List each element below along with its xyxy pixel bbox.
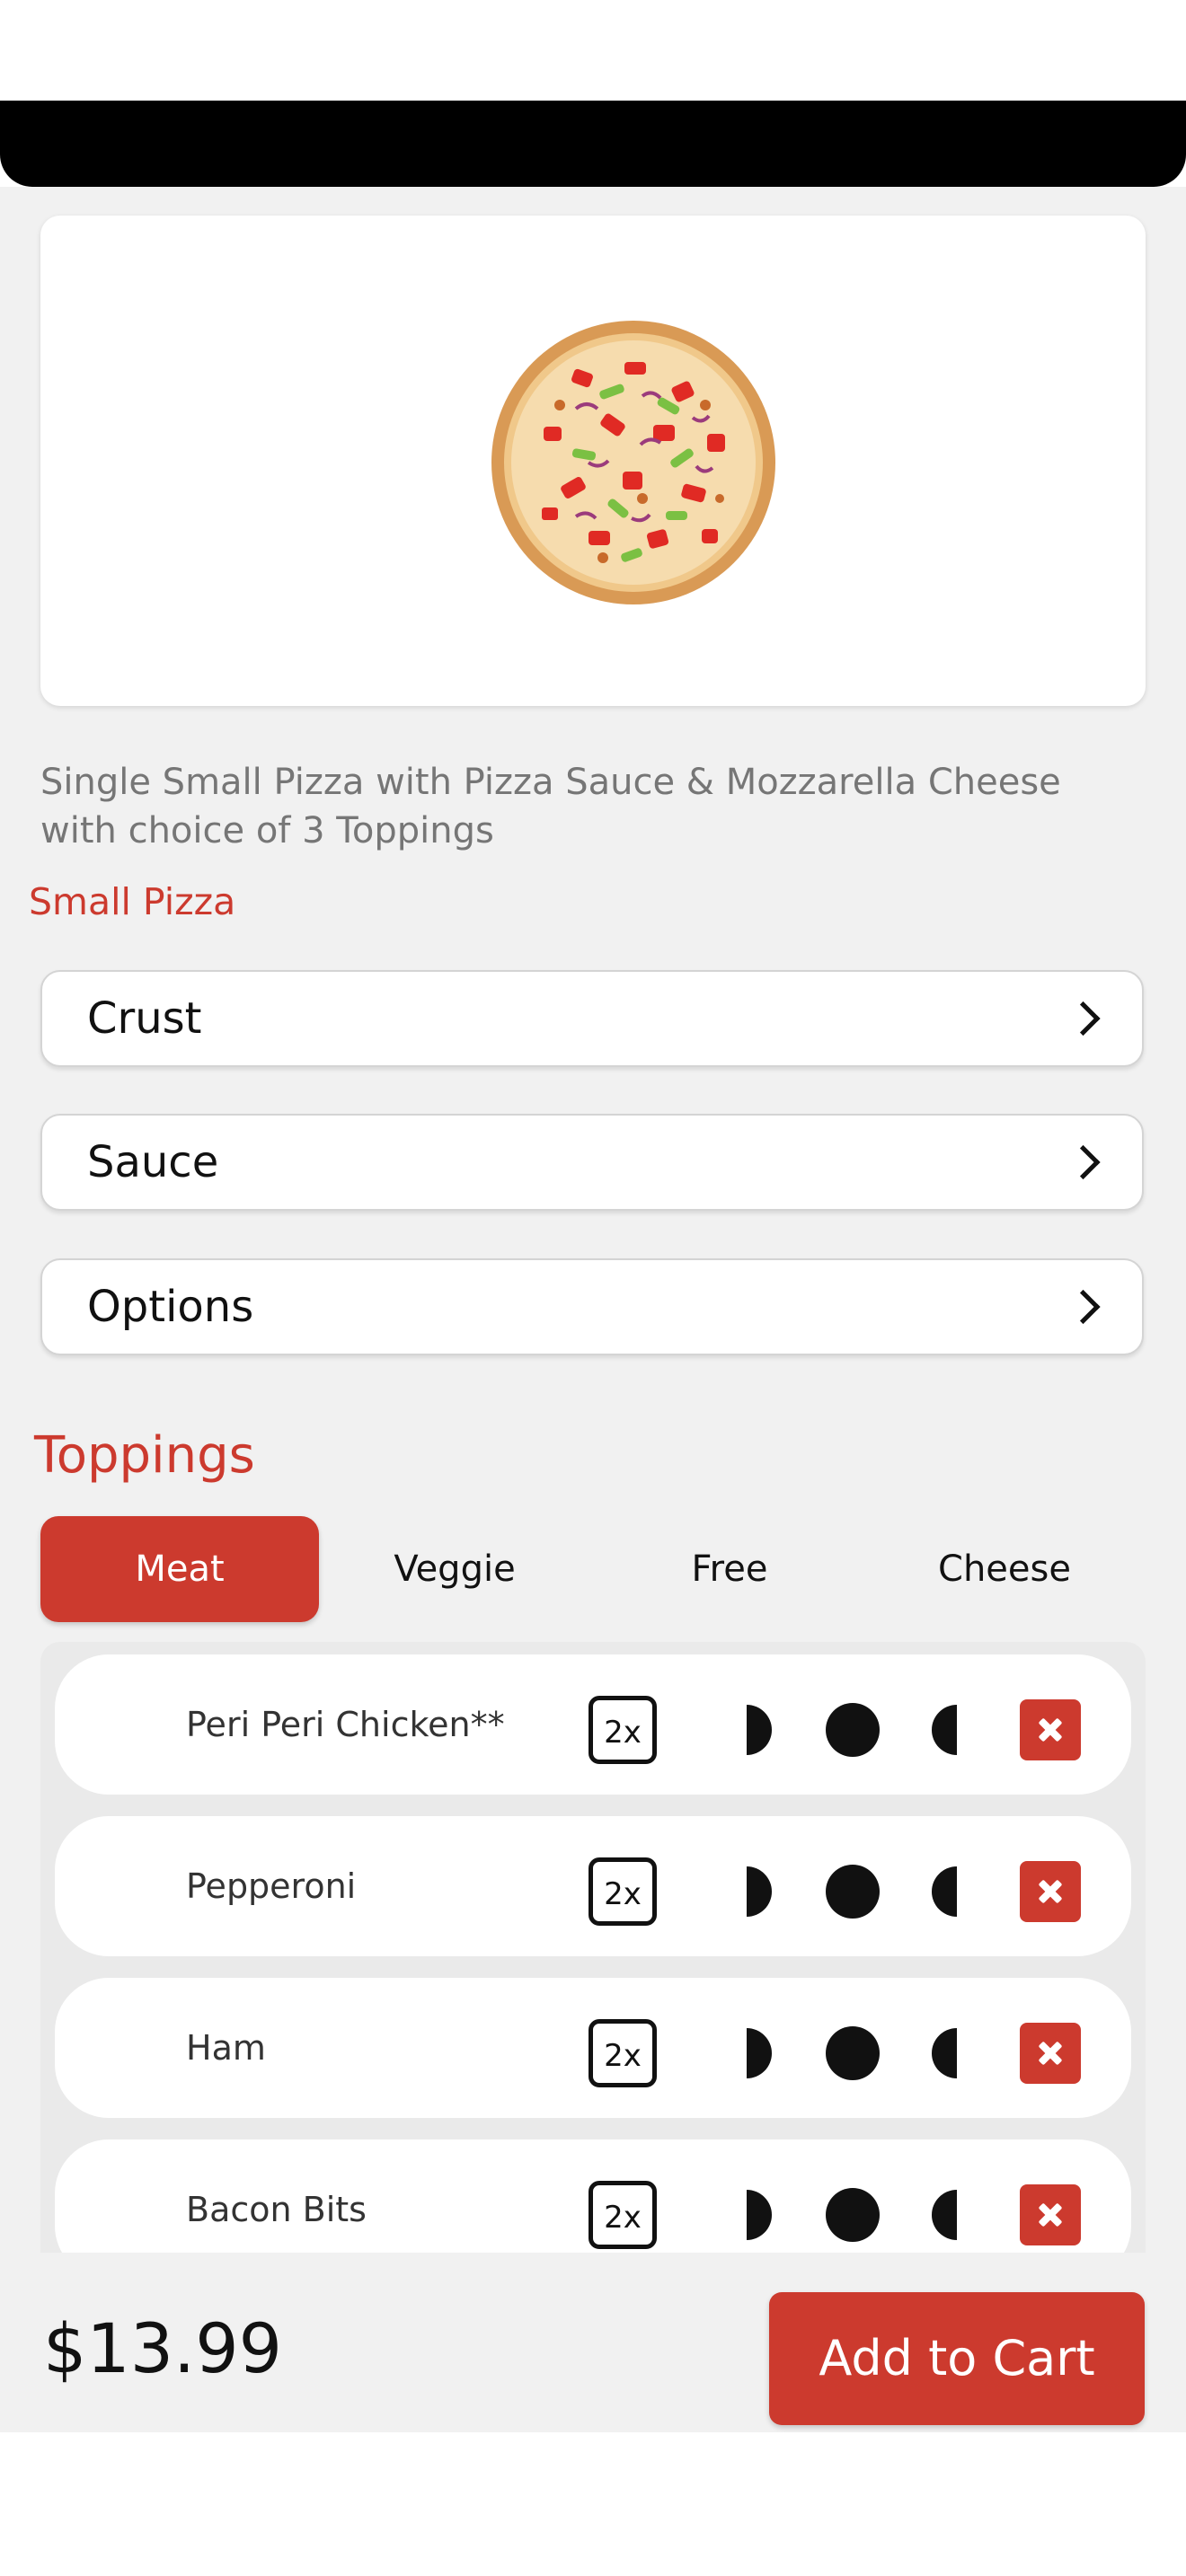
right-half-icon[interactable] [932, 1705, 957, 1755]
topping-name: Bacon Bits [186, 2190, 367, 2229]
total-price: $13.99 [43, 2308, 282, 2388]
left-half-icon[interactable] [747, 2028, 772, 2078]
checkout-bar: $13.99 Add to Cart [0, 2253, 1186, 2432]
tab-free[interactable]: Free [590, 1516, 869, 1622]
topping-row: Bacon Bits 2x [55, 2139, 1131, 2253]
remove-topping-button[interactable] [1020, 1861, 1081, 1922]
sauce-option-label: Sauce [87, 1137, 219, 1187]
topping-name: Ham [186, 2028, 266, 2068]
toppings-tabs: Meat Veggie Free Cheese [40, 1516, 1146, 1622]
topping-row: Pepperoni 2x [55, 1816, 1131, 1956]
topping-name: Peri Peri Chicken** [186, 1705, 505, 1744]
topping-name: Pepperoni [186, 1866, 357, 1906]
tab-cheese[interactable]: Cheese [865, 1516, 1144, 1622]
left-half-icon[interactable] [747, 1705, 772, 1755]
remove-topping-button[interactable] [1020, 2023, 1081, 2084]
product-description: Single Small Pizza with Pizza Sauce & Mo… [40, 762, 1061, 851]
product-detail: Single Small Pizza with Pizza Sauce & Mo… [0, 187, 1186, 2253]
whole-pizza-icon[interactable] [826, 1703, 880, 1757]
tab-veggie[interactable]: Veggie [315, 1516, 594, 1622]
double-topping-button[interactable]: 2x [589, 1696, 657, 1764]
left-half-icon[interactable] [747, 1866, 772, 1917]
sauce-option-row[interactable]: Sauce [40, 1114, 1144, 1211]
options-option-label: Options [87, 1282, 254, 1332]
double-topping-button[interactable]: 2x [589, 1857, 657, 1926]
whole-pizza-icon[interactable] [826, 1865, 880, 1919]
status-bar [0, 101, 1186, 187]
whole-pizza-icon[interactable] [826, 2026, 880, 2080]
product-name: Small Pizza [29, 880, 236, 923]
toppings-list[interactable]: Peri Peri Chicken** 2x Pepperoni 2x Ham … [40, 1642, 1146, 2253]
right-half-icon[interactable] [932, 2190, 957, 2240]
crust-option-label: Crust [87, 993, 202, 1044]
whole-pizza-icon[interactable] [826, 2188, 880, 2242]
product-image-card [40, 216, 1146, 706]
topping-row: Peri Peri Chicken** 2x [55, 1654, 1131, 1795]
remove-topping-button[interactable] [1020, 2184, 1081, 2245]
pizza-image [491, 321, 775, 604]
add-to-cart-button[interactable]: Add to Cart [769, 2292, 1145, 2425]
remove-topping-button[interactable] [1020, 1699, 1081, 1760]
options-option-row[interactable]: Options [40, 1258, 1144, 1355]
right-half-icon[interactable] [932, 2028, 957, 2078]
double-topping-button[interactable]: 2x [589, 2181, 657, 2249]
left-half-icon[interactable] [747, 2190, 772, 2240]
right-half-icon[interactable] [932, 1866, 957, 1917]
tab-meat[interactable]: Meat [40, 1516, 319, 1622]
chevron-right-icon [1066, 1289, 1101, 1325]
topping-row: Ham 2x [55, 1978, 1131, 2118]
chevron-right-icon [1066, 1001, 1101, 1037]
double-topping-button[interactable]: 2x [589, 2019, 657, 2087]
chevron-right-icon [1066, 1144, 1101, 1180]
toppings-heading: Toppings [34, 1426, 255, 1485]
crust-option-row[interactable]: Crust [40, 970, 1144, 1067]
